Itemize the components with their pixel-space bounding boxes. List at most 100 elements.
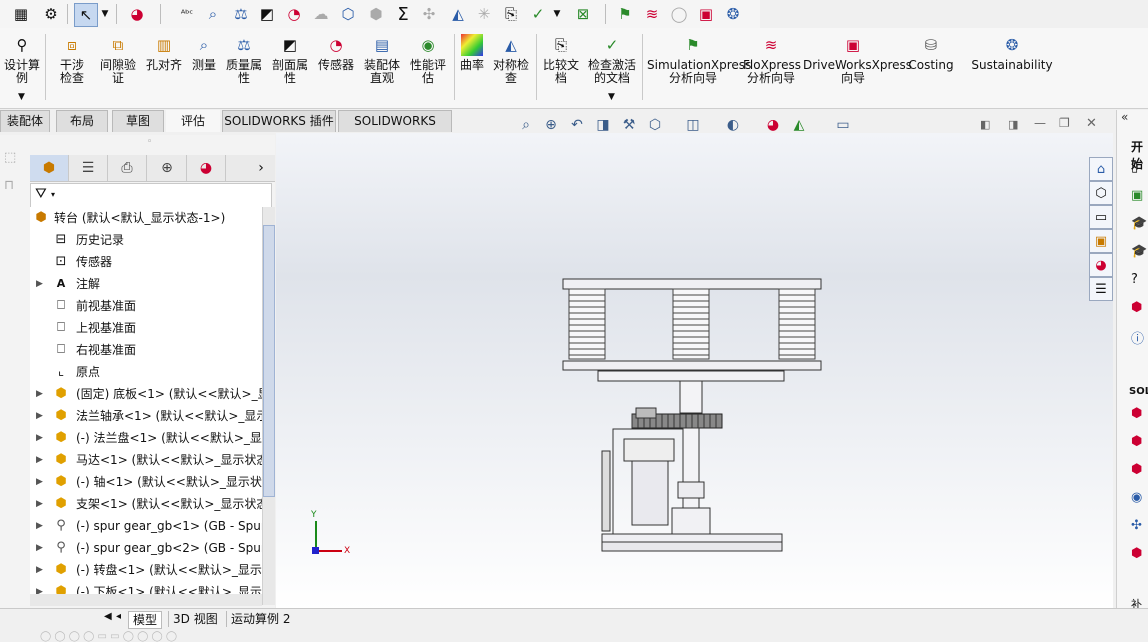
eye-icon[interactable]: ◉	[1131, 490, 1142, 505]
compare-tool-icon[interactable]: ⎘	[500, 3, 522, 25]
hide-show-icon[interactable]: ◐	[722, 114, 744, 136]
sigma-icon[interactable]: Σ	[392, 3, 414, 25]
dynamic-annotation-icon[interactable]: ⚒	[618, 114, 640, 136]
support-icon[interactable]: ⬢	[1131, 300, 1142, 315]
sw-resource-icon[interactable]: ⬢	[1131, 406, 1142, 421]
prev-tab-icon[interactable]: ◂	[116, 611, 121, 622]
tab-sketch[interactable]: 草图	[112, 110, 164, 132]
box-icon[interactable]: ⬡	[337, 3, 359, 25]
compare-docs-button[interactable]: ⎘ 比较文档	[540, 34, 582, 85]
training-icon[interactable]: 🎓	[1131, 244, 1147, 259]
tab-model[interactable]: 模型	[128, 611, 163, 629]
display-style-icon[interactable]: ◫	[682, 114, 704, 136]
driveworks-button[interactable]: ▣ DriveWorksXpress 向导	[802, 34, 912, 85]
edit-appearance-icon[interactable]: ◕	[762, 114, 784, 136]
interference-button[interactable]: ⧈ 干涉检查	[50, 34, 94, 85]
expand-arrow-icon[interactable]: ▶	[36, 383, 46, 405]
home-icon[interactable]: ⌂	[1089, 157, 1113, 181]
dimxpert-icon[interactable]: ⊕	[148, 155, 187, 181]
maximize-icon[interactable]: ❐	[1059, 116, 1070, 130]
view-palette-icon[interactable]: ▣	[1089, 229, 1113, 253]
feature-manager-icon[interactable]: ⬢	[30, 155, 69, 181]
tab-3d-view[interactable]: 3D 视图	[168, 611, 222, 627]
tree-item-component[interactable]: ▶ ⬢ 支架<1> (默认<<默认>_显示状态	[30, 493, 262, 515]
tree-item-front-plane[interactable]: ⎕ 前视基准面	[30, 295, 262, 317]
tree-item-annotations[interactable]: ▶ A 注解	[30, 273, 262, 295]
view-settings-icon[interactable]: ▭	[832, 114, 854, 136]
tab-assembly[interactable]: 装配体	[0, 110, 50, 132]
first-tab-icon[interactable]: ◀	[104, 611, 112, 622]
expand-arrow-icon[interactable]: ▶	[36, 471, 46, 493]
hole-align-button[interactable]: ▥ 孔对齐	[142, 34, 186, 72]
sustain-tool-icon[interactable]: ❂	[722, 3, 744, 25]
select-pointer-icon[interactable]: ↖	[74, 3, 98, 27]
expand-arrow-icon[interactable]: ▶	[36, 427, 46, 449]
tab-evaluate[interactable]: 评估	[166, 110, 220, 132]
tree-item-component[interactable]: ▶ ⬢ 马达<1> (默认<<默认>_显示状态	[30, 449, 262, 471]
panel-grip-icon[interactable]: ◦	[147, 137, 152, 147]
file-explorer-icon[interactable]: ▭	[1089, 205, 1113, 229]
clearance-button[interactable]: ⧉ 间隙验证	[96, 34, 140, 85]
tree-item-component[interactable]: ▶ ⬢ (固定) 底板<1> (默认<<默认>_显	[30, 383, 262, 405]
minimize-icon[interactable]: —	[1034, 116, 1046, 130]
design-library-icon[interactable]: ⬡	[1089, 181, 1113, 205]
tree-scroll-thumb[interactable]	[263, 225, 275, 497]
new-doc-icon[interactable]: ▯	[1131, 160, 1138, 175]
sw-resource-icon[interactable]: ⬢	[1131, 546, 1142, 561]
perf-eval-button[interactable]: ◉ 性能评估	[406, 34, 450, 85]
open-doc-icon[interactable]: ▣	[1131, 188, 1143, 203]
mass-props-button[interactable]: ⚖ 质量属性	[222, 34, 266, 85]
options-gear-icon[interactable]: ⚙	[40, 3, 62, 25]
section-icon[interactable]: ◩	[256, 3, 278, 25]
view-orientation-icon[interactable]: ⬡	[644, 114, 666, 136]
tree-item-history[interactable]: ⊟ 历史记录	[30, 229, 262, 251]
measure-button[interactable]: ⌕ 测量	[186, 34, 222, 72]
tree-item-right-plane[interactable]: ⎕ 右视基准面	[30, 339, 262, 361]
tree-item-component[interactable]: ▶ ⬢ (-) 法兰盘<1> (默认<<默认>_显示	[30, 427, 262, 449]
tab-motion-study[interactable]: 运动算例 2	[226, 611, 294, 627]
expand-arrow-icon[interactable]: ▶	[36, 493, 46, 515]
tree-filter[interactable]: ⛛ ▾	[30, 183, 272, 208]
previous-view-icon[interactable]: ↶	[566, 114, 588, 136]
sw-resource-icon[interactable]: ⬢	[1131, 462, 1142, 477]
simxpress-button[interactable]: ⚑ SimulationXpress 分析向导	[646, 34, 751, 85]
tree-item-top-plane[interactable]: ⎕ 上视基准面	[30, 317, 262, 339]
symmetry-tool-icon[interactable]: ◭	[447, 3, 469, 25]
panel-next-icon[interactable]: ›	[250, 155, 272, 181]
config-manager-icon[interactable]: ⎙	[108, 155, 147, 181]
restore-right-icon[interactable]: ◨	[1008, 118, 1018, 131]
tree-root[interactable]: ⬢ 转台 (默认<默认_显示状态-1>)	[30, 207, 262, 229]
mass-icon[interactable]: ⚖	[230, 3, 252, 25]
tree-item-component[interactable]: ▶ ⚲ (-) spur gear_gb<2> (GB - Spur	[30, 537, 262, 559]
spell-check-icon[interactable]: ᴬᵇᶜ	[176, 3, 198, 25]
tab-mbd[interactable]: SOLIDWORKS MBD	[338, 110, 452, 149]
display-manager-icon[interactable]: ◕	[187, 155, 226, 181]
zoom-area-icon[interactable]: ⊕	[540, 114, 562, 136]
sustainability-button[interactable]: ❂ Sustainability	[970, 34, 1054, 72]
filter-icon[interactable]: ⛛	[35, 186, 47, 202]
symmetry-button[interactable]: ◭ 对称检查	[490, 34, 532, 85]
help-icon[interactable]: ?	[1131, 272, 1138, 287]
property-manager-icon[interactable]: ☰	[69, 155, 108, 181]
expand-arrow-icon[interactable]: ▶	[36, 449, 46, 471]
tree-horizontal-scrollbar[interactable]	[30, 594, 262, 606]
tab-layout[interactable]: 布局	[56, 110, 108, 132]
tree-item-component[interactable]: ▶ ⬢ (-) 转盘<1> (默认<<默认>_显示状	[30, 559, 262, 581]
task-pane-collapse-icon[interactable]: «	[1121, 110, 1128, 124]
assembly-visual-button[interactable]: ▤ 装配体直观	[360, 34, 404, 85]
costing-button[interactable]: ⛁ Costing	[904, 34, 958, 72]
graphics-area[interactable]: Y X	[276, 133, 1113, 610]
custom-properties-icon[interactable]: ☰	[1089, 277, 1113, 301]
network-icon[interactable]: ✣	[1131, 518, 1142, 533]
check-tool-icon[interactable]: ✓	[527, 3, 549, 25]
design-study-button[interactable]: ⚲ 设计算例	[2, 34, 42, 85]
curvature-button[interactable]: 曲率	[456, 34, 488, 72]
tree-item-sensors[interactable]: ⊡ 传感器	[30, 251, 262, 273]
tab-addins[interactable]: SOLIDWORKS 插件	[222, 110, 336, 132]
design-tree-icon[interactable]: ▦	[10, 3, 32, 25]
simulation-icon[interactable]: ⚑	[614, 3, 636, 25]
info-icon[interactable]: ⓘ	[1131, 328, 1144, 347]
tutorial-icon[interactable]: 🎓	[1131, 216, 1147, 231]
expand-arrow-icon[interactable]: ▶	[36, 405, 46, 427]
section-view-icon[interactable]: ◨	[592, 114, 614, 136]
